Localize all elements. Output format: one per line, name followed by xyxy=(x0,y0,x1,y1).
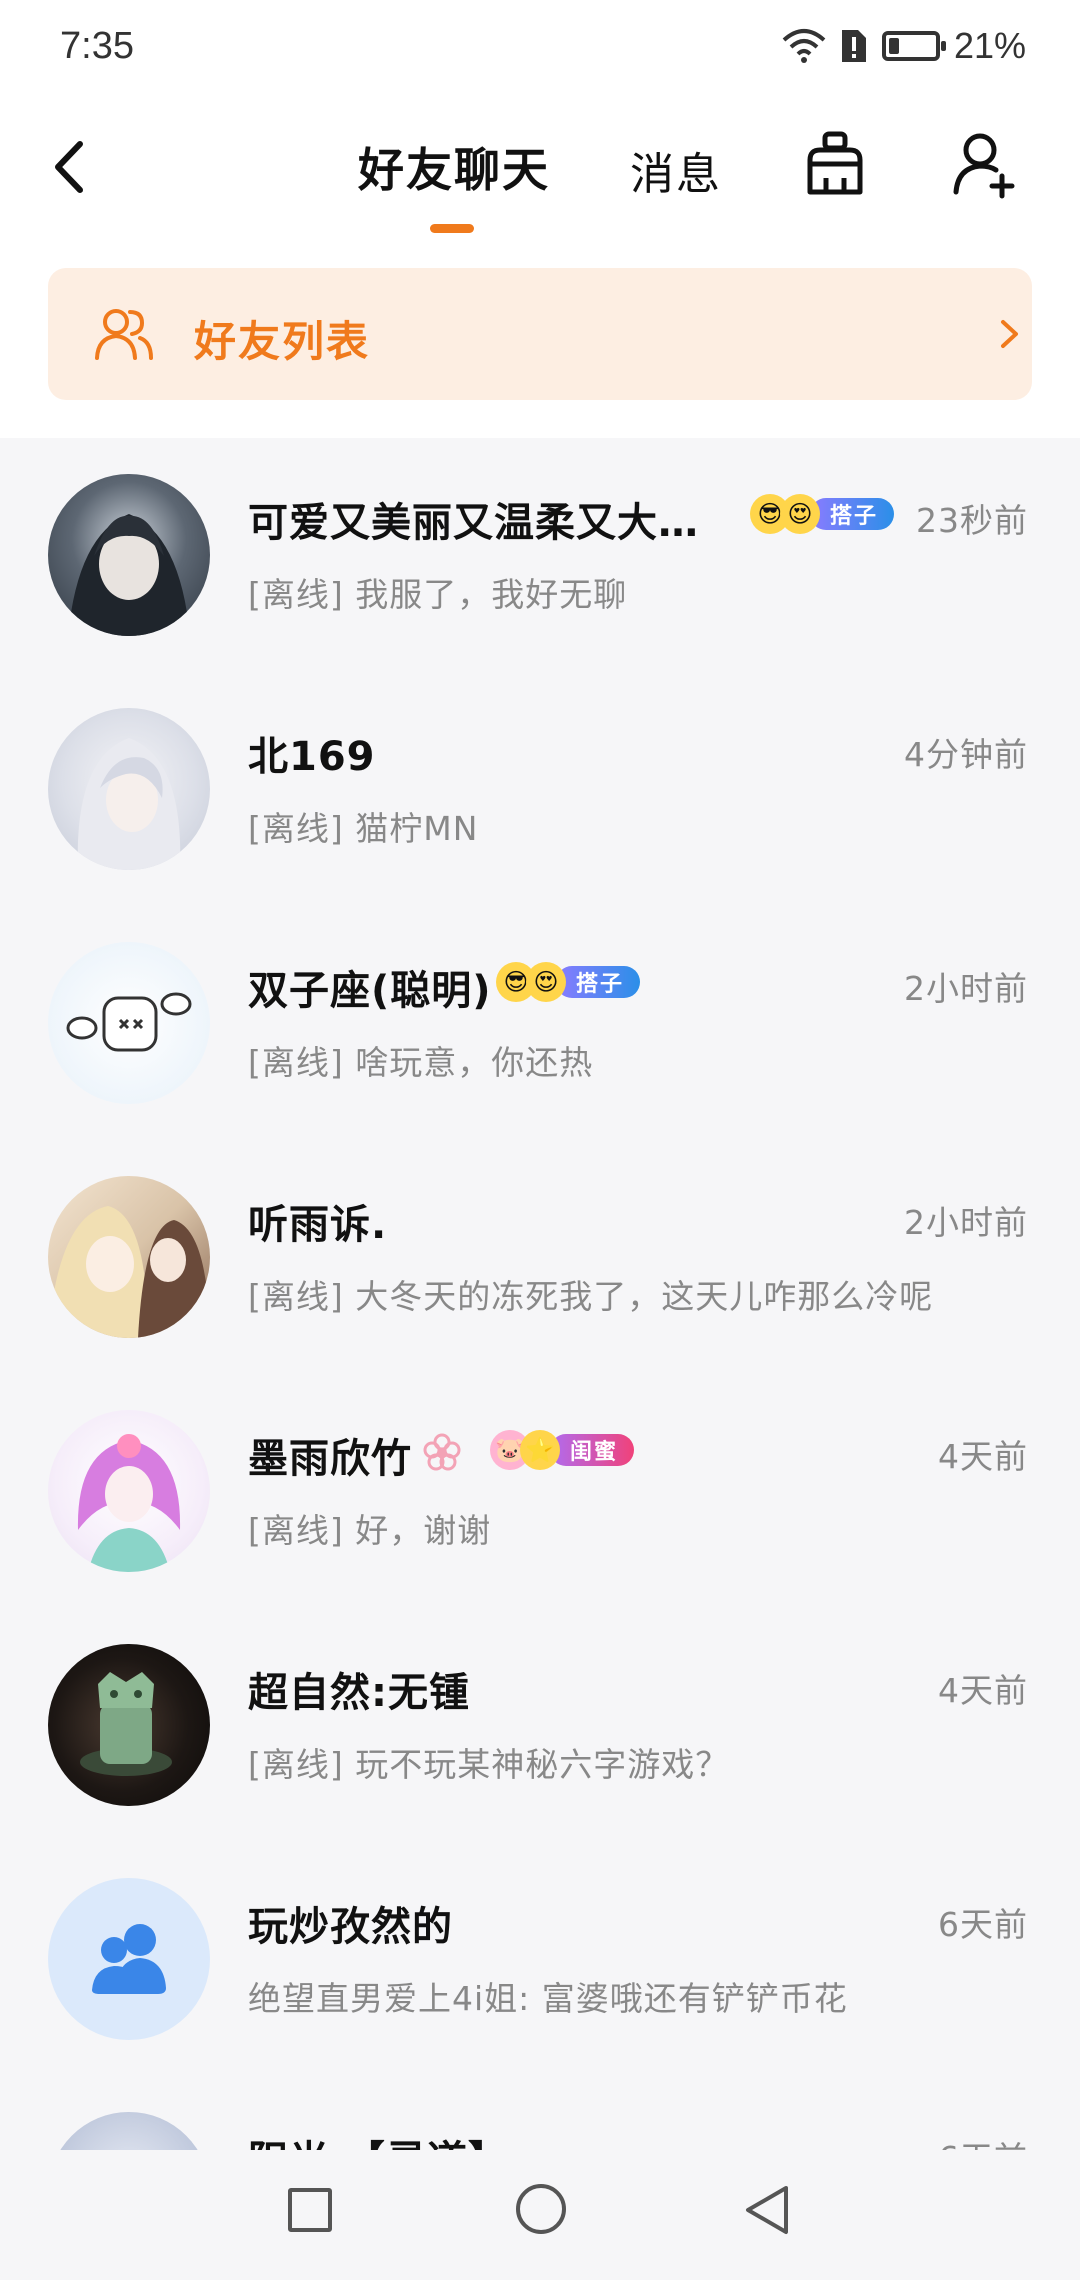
avatar xyxy=(48,708,210,870)
message-preview: [离线] 猫柠MN xyxy=(248,809,479,848)
battery-percent: 21% xyxy=(953,25,1026,66)
message-time: 6天前 xyxy=(938,1905,1028,1944)
chat-row[interactable]: 阳光 【灵道】 6天前 xyxy=(0,2076,1080,2150)
relationship-badge: 😎 😍 搭子 xyxy=(496,962,641,1002)
wifi-icon xyxy=(782,29,826,63)
chat-row[interactable]: 玩炒孜然的 6天前 绝望直男爱上4i姐: 富婆哦还有铲铲币花 xyxy=(0,1842,1080,2076)
banner-wrap: 好友列表 xyxy=(0,242,1080,438)
back-icon[interactable] xyxy=(40,132,100,202)
avatar xyxy=(48,942,210,1104)
avatar xyxy=(48,1176,210,1338)
group-icon xyxy=(92,1924,166,1994)
chat-row[interactable]: 超自然:无锺 4天前 [离线] 玩不玩某神秘六字游戏？ xyxy=(0,1608,1080,1842)
home-icon[interactable] xyxy=(516,2184,566,2234)
contact-name: 超自然:无锺 xyxy=(248,1670,470,1716)
sim-alert-icon xyxy=(841,30,866,62)
relationship-badge: 🐷 ⭐ 闺蜜 xyxy=(490,1430,635,1470)
flower-icon xyxy=(423,1433,461,1471)
message-time: 2小时前 xyxy=(904,969,1028,1008)
badge-label: 搭子 xyxy=(556,966,641,998)
status-bar: 7:35 21% xyxy=(0,0,1080,92)
avatar xyxy=(48,1410,210,1572)
message-preview: [离线] 我服了，我好无聊 xyxy=(248,575,628,614)
badge-label: 搭子 xyxy=(810,498,895,530)
chat-row[interactable]: 北169 4分钟前 [离线] 猫柠MN xyxy=(0,672,1080,906)
status-time: 7:35 xyxy=(60,24,134,67)
avatar xyxy=(48,2112,210,2150)
message-time: 23秒前 xyxy=(916,501,1028,540)
group-avatar xyxy=(48,1878,210,2040)
chat-list: 可爱又美丽又温柔又大… 😎 😍 搭子 23秒前 [离线] 我服了，我好无聊 北1… xyxy=(0,438,1080,2150)
active-tab-indicator xyxy=(430,224,474,233)
emoji-starstruck-icon: 😍 xyxy=(780,494,820,534)
relationship-badge: 😎 😍 搭子 xyxy=(750,494,895,534)
friend-list-button[interactable]: 好友列表 xyxy=(48,268,1032,400)
message-time: 4分钟前 xyxy=(904,735,1028,774)
message-time: 2小时前 xyxy=(904,1203,1028,1242)
emoji-star-icon: ⭐ xyxy=(520,1430,560,1470)
chevron-right-icon xyxy=(1001,320,1018,348)
friend-list-label: 好友列表 xyxy=(194,317,371,366)
badge-label: 闺蜜 xyxy=(550,1434,635,1466)
contact-name: 双子座(聪明) xyxy=(248,968,492,1014)
tab-friend-chat[interactable]: 好友聊天 xyxy=(358,134,550,200)
avatar xyxy=(48,1644,210,1806)
chat-row[interactable]: 听雨诉. 2小时前 [离线] 大冬天的冻死我了，这天儿咋那么冷呢 xyxy=(0,1140,1080,1374)
avatar xyxy=(48,474,210,636)
chat-row[interactable]: 可爱又美丽又温柔又大… 😎 😍 搭子 23秒前 [离线] 我服了，我好无聊 xyxy=(0,438,1080,672)
message-time: 4天前 xyxy=(938,1671,1028,1710)
battery-icon xyxy=(881,31,946,61)
friends-icon xyxy=(95,309,153,360)
message-preview: [离线] 大冬天的冻死我了，这天儿咋那么冷呢 xyxy=(248,1277,934,1316)
nav-back-icon[interactable] xyxy=(740,2182,794,2238)
header: 好友聊天 消息 xyxy=(0,92,1080,242)
tab-messages[interactable]: 消息 xyxy=(630,138,722,202)
status-icons: 21% xyxy=(782,25,1026,67)
contact-name: 听雨诉. xyxy=(248,1202,388,1248)
broom-clean-icon[interactable] xyxy=(800,130,870,200)
contact-name: 北169 xyxy=(248,734,376,780)
chat-row[interactable]: 墨雨欣竹 🐷 ⭐ 闺蜜 4天前 [离线] 好，谢谢 xyxy=(0,1374,1080,1608)
message-time: 4天前 xyxy=(938,1437,1028,1476)
contact-name: 可爱又美丽又温柔又大… xyxy=(248,500,699,546)
message-preview: 绝望直男爱上4i姐: 富婆哦还有铲铲币花 xyxy=(248,1979,848,2018)
add-friend-icon[interactable] xyxy=(950,130,1020,200)
emoji-starstruck-icon: 😍 xyxy=(526,962,566,1002)
message-time: 6天前 xyxy=(938,2132,1028,2150)
contact-name: 阳光 【灵道】 xyxy=(248,2128,509,2150)
message-preview: [离线] 啥玩意，你还热 xyxy=(248,1043,594,1082)
contact-name: 墨雨欣竹 xyxy=(248,1436,412,1482)
message-preview: [离线] 好，谢谢 xyxy=(248,1511,492,1550)
contact-name: 玩炒孜然的 xyxy=(248,1904,453,1950)
recent-apps-icon[interactable] xyxy=(288,2188,332,2232)
chat-row[interactable]: 双子座(聪明) 😎 😍 搭子 2小时前 [离线] 啥玩意，你还热 xyxy=(0,906,1080,1140)
system-nav-bar xyxy=(0,2150,1080,2280)
message-preview: [离线] 玩不玩某神秘六字游戏？ xyxy=(248,1745,730,1784)
